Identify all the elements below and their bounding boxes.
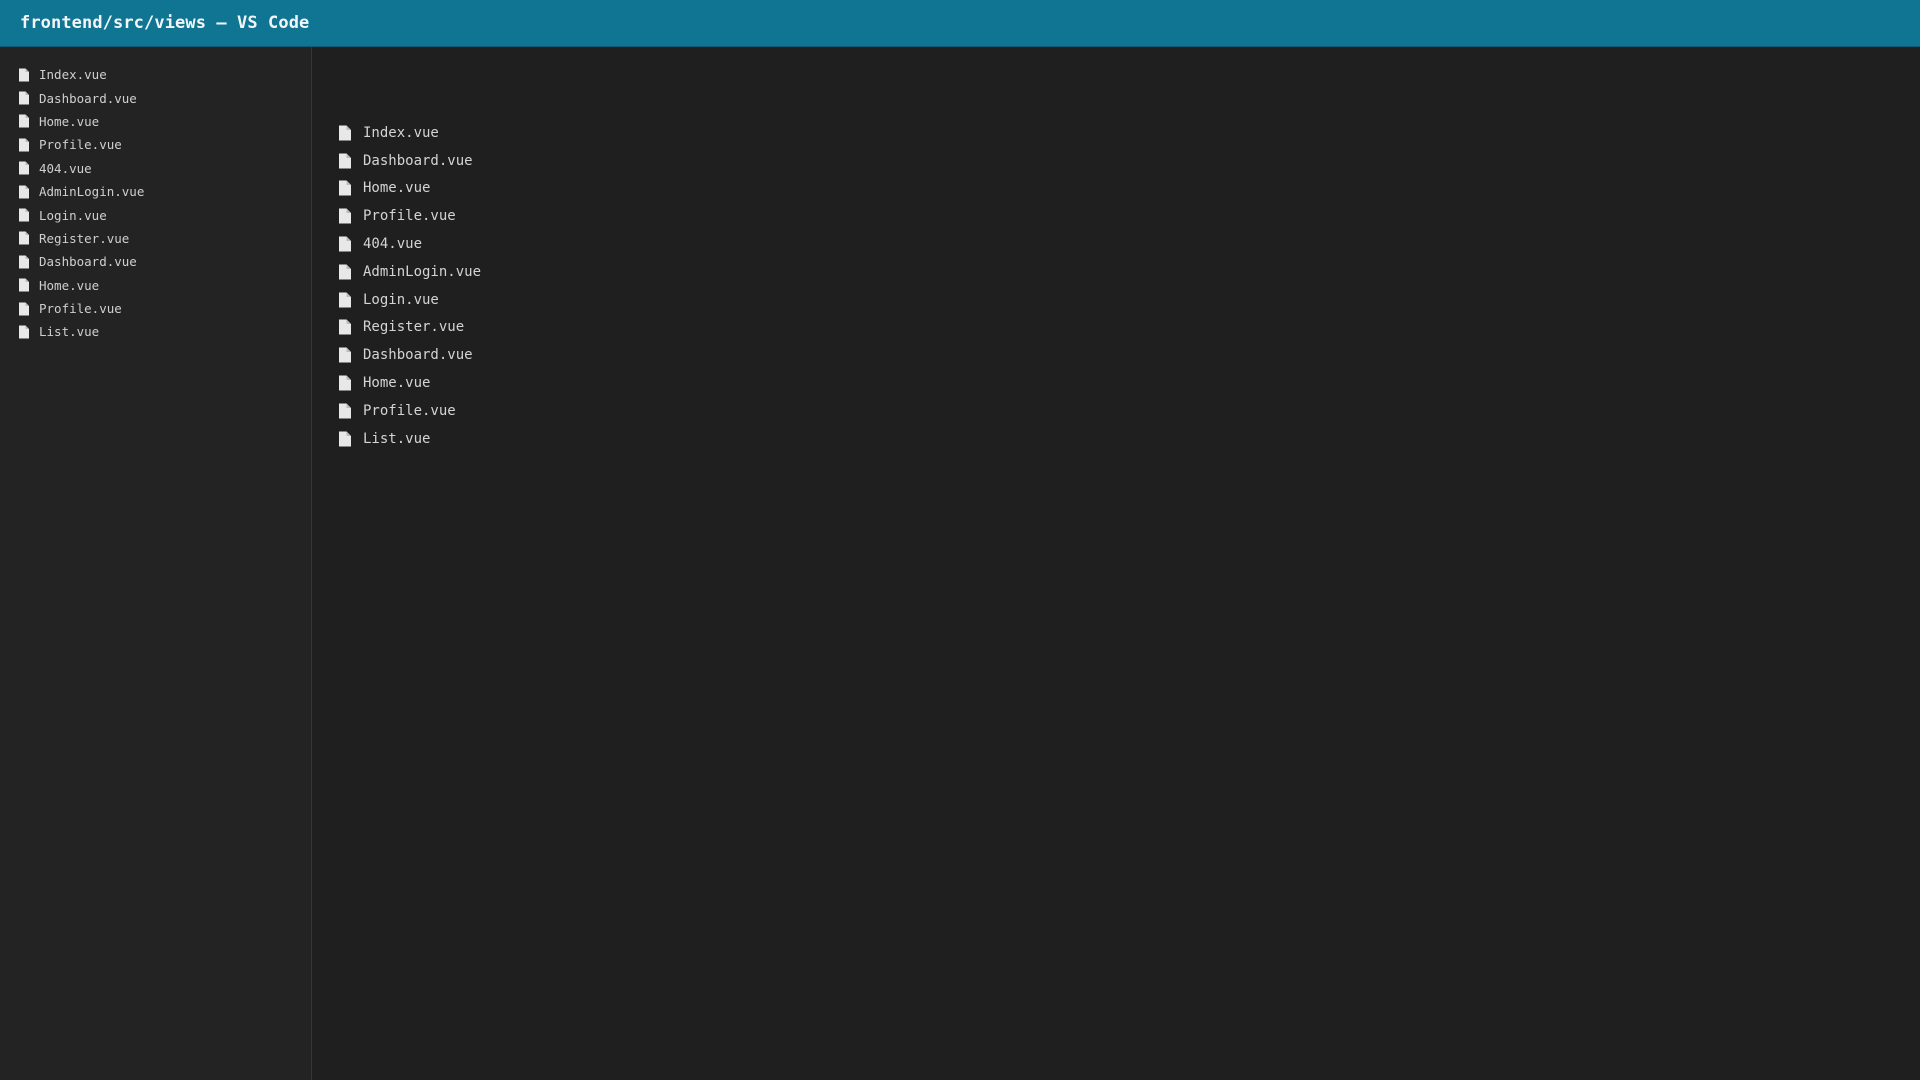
file-icon xyxy=(17,161,30,175)
file-icon xyxy=(338,180,352,196)
list-item-label: Index.vue xyxy=(363,124,439,141)
file-icon xyxy=(338,125,352,141)
file-icon xyxy=(338,403,352,419)
sidebar-item-register-vue[interactable]: Register.vue xyxy=(0,227,311,250)
sidebar-item-home-vue-2[interactable]: Home.vue xyxy=(0,274,311,297)
list-item-label: Home.vue xyxy=(363,375,431,392)
list-item-label: List.vue xyxy=(363,430,431,447)
file-icon xyxy=(17,68,30,82)
file-icon xyxy=(338,236,352,252)
file-list: Index.vue Dashboard.vue Home.vue Profile… xyxy=(338,119,481,453)
file-icon xyxy=(17,302,30,316)
list-item-label: Profile.vue xyxy=(363,402,456,419)
list-item-label: AdminLogin.vue xyxy=(363,263,482,280)
sidebar-item-label: Dashboard.vue xyxy=(39,90,137,106)
file-icon xyxy=(338,264,352,280)
sidebar-item-home-vue[interactable]: Home.vue xyxy=(0,110,311,133)
list-item-label: Dashboard.vue xyxy=(363,347,473,364)
file-icon xyxy=(17,278,30,292)
sidebar-item-login-vue[interactable]: Login.vue xyxy=(0,203,311,226)
sidebar-item-dashboard-vue[interactable]: Dashboard.vue xyxy=(0,86,311,109)
list-item[interactable]: Home.vue xyxy=(338,175,481,203)
sidebar-item-label: Profile.vue xyxy=(39,137,122,153)
list-item-label: Profile.vue xyxy=(363,208,456,225)
file-icon xyxy=(17,91,30,105)
sidebar-item-dashboard-vue-2[interactable]: Dashboard.vue xyxy=(0,250,311,273)
list-item[interactable]: Register.vue xyxy=(338,314,481,342)
file-icon xyxy=(17,255,30,269)
editor-area: Index.vue Dashboard.vue Home.vue Profile… xyxy=(312,47,1920,1080)
sidebar-item-label: 404.vue xyxy=(39,160,92,176)
file-icon xyxy=(17,138,30,152)
sidebar-item-label: Home.vue xyxy=(39,113,100,129)
list-item[interactable]: Dashboard.vue xyxy=(338,147,481,175)
list-item[interactable]: Index.vue xyxy=(338,119,481,147)
sidebar-item-profile-vue-2[interactable]: Profile.vue xyxy=(0,297,311,320)
file-icon xyxy=(338,347,352,363)
list-item[interactable]: Dashboard.vue xyxy=(338,341,481,369)
sidebar-item-label: Login.vue xyxy=(39,207,107,223)
list-item[interactable]: List.vue xyxy=(338,425,481,453)
sidebar-item-label: Profile.vue xyxy=(39,301,122,317)
sidebar-item-label: Register.vue xyxy=(39,230,130,246)
window-title: frontend/src/views — VS Code xyxy=(20,13,310,33)
file-icon xyxy=(338,375,352,391)
sidebar-item-label: AdminLogin.vue xyxy=(39,184,145,200)
sidebar-item-404-vue[interactable]: 404.vue xyxy=(0,157,311,180)
workbench: Index.vue Dashboard.vue Home.vue Profile… xyxy=(0,47,1920,1080)
list-item-label: 404.vue xyxy=(363,236,423,253)
title-bar: frontend/src/views — VS Code xyxy=(0,0,1920,47)
file-icon xyxy=(17,185,30,199)
sidebar-item-label: Index.vue xyxy=(39,67,107,83)
list-item[interactable]: Profile.vue xyxy=(338,202,481,230)
list-item[interactable]: AdminLogin.vue xyxy=(338,258,481,286)
file-icon xyxy=(338,319,352,335)
sidebar-item-label: List.vue xyxy=(39,324,100,340)
list-item[interactable]: Home.vue xyxy=(338,369,481,397)
list-item[interactable]: 404.vue xyxy=(338,230,481,258)
list-item[interactable]: Profile.vue xyxy=(338,397,481,425)
sidebar-item-index-vue[interactable]: Index.vue xyxy=(0,63,311,86)
explorer-sidebar: Index.vue Dashboard.vue Home.vue Profile… xyxy=(0,47,312,1080)
vscode-window: frontend/src/views — VS Code Index.vue D… xyxy=(0,0,1920,1080)
file-icon xyxy=(338,292,352,308)
file-icon xyxy=(17,325,30,339)
file-icon xyxy=(338,208,352,224)
sidebar-item-adminlogin-vue[interactable]: AdminLogin.vue xyxy=(0,180,311,203)
list-item-label: Login.vue xyxy=(363,291,439,308)
file-icon xyxy=(338,431,352,447)
list-item-label: Dashboard.vue xyxy=(363,152,473,169)
file-icon xyxy=(17,208,30,222)
list-item-label: Register.vue xyxy=(363,319,465,336)
list-item[interactable]: Login.vue xyxy=(338,286,481,314)
sidebar-item-label: Home.vue xyxy=(39,277,100,293)
sidebar-item-profile-vue[interactable]: Profile.vue xyxy=(0,133,311,156)
file-icon xyxy=(338,153,352,169)
list-item-label: Home.vue xyxy=(363,180,431,197)
sidebar-item-label: Dashboard.vue xyxy=(39,254,137,270)
file-icon xyxy=(17,231,30,245)
file-icon xyxy=(17,114,30,128)
sidebar-item-list-vue[interactable]: List.vue xyxy=(0,320,311,343)
